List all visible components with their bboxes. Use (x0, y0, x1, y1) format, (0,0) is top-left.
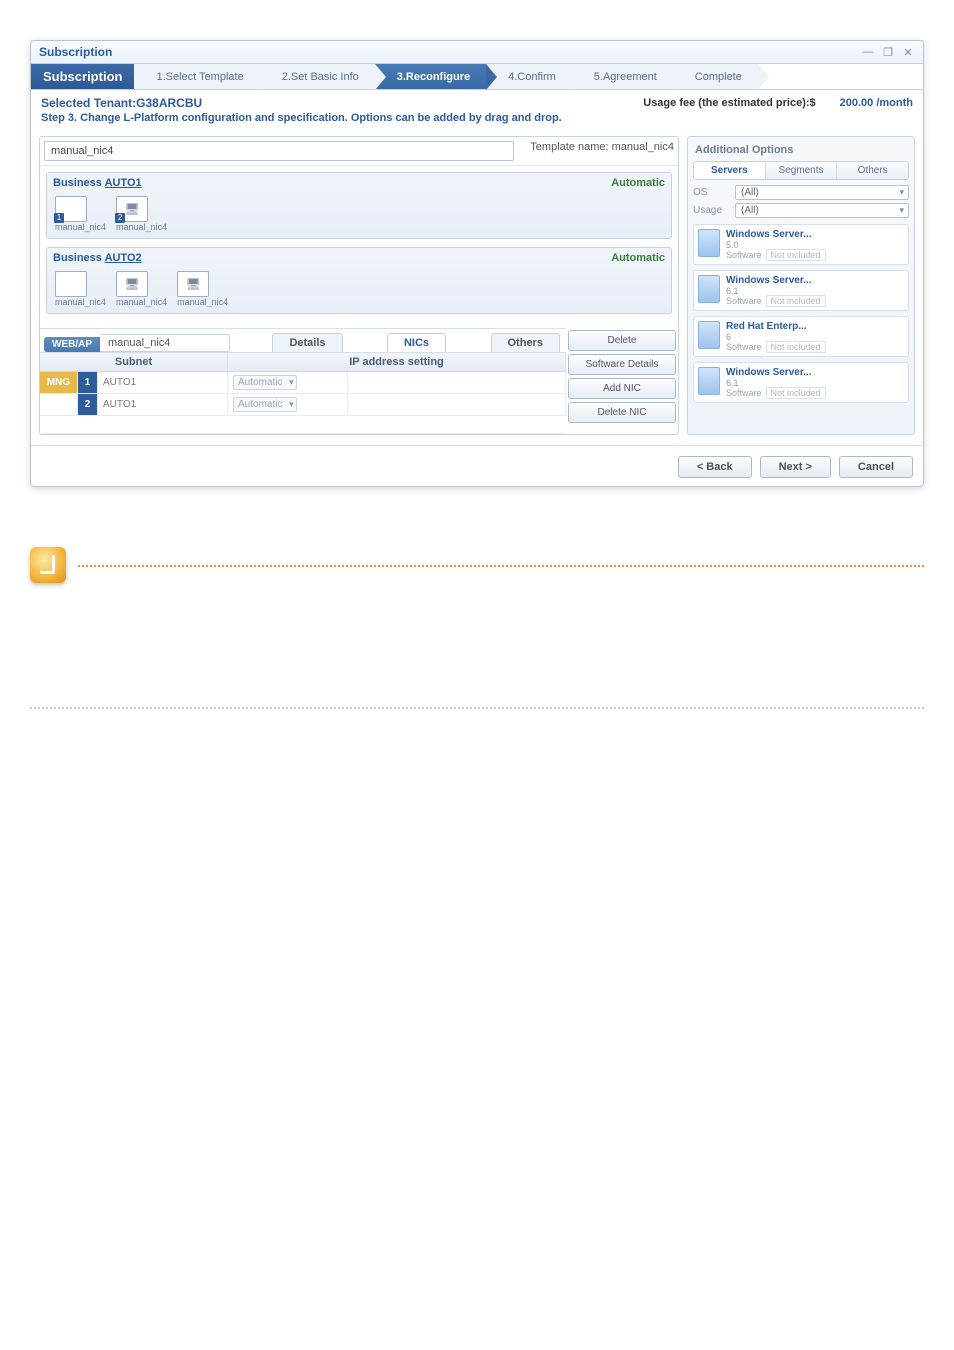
delete-button[interactable]: Delete (568, 330, 676, 351)
divider-dots (30, 707, 924, 709)
panel-title: Additional Options (693, 142, 909, 161)
node[interactable]: 2manual_nic4 (116, 196, 167, 232)
nic-row[interactable]: MNG 1 AUTO1 Automatic (40, 372, 566, 394)
os-filter-select[interactable]: (All) (735, 185, 909, 200)
nic-row[interactable]: 2 AUTO1 Automatic (40, 394, 566, 416)
step-2[interactable]: 2.Set Basic Info (260, 64, 375, 89)
server-option[interactable]: Windows Server... 6.1 SoftwareNot includ… (693, 270, 909, 311)
step-4[interactable]: 4.Confirm (486, 64, 572, 89)
config-canvas: manual_nic4 Template name: manual_nic4 B… (39, 136, 679, 435)
close-icon[interactable]: ✕ (901, 46, 915, 59)
software-details-button[interactable]: Software Details (568, 354, 676, 375)
server-icon (698, 229, 720, 257)
selected-tenant: Selected Tenant:G38ARCBU (41, 96, 202, 110)
node[interactable]: manual_nic4 (55, 271, 106, 307)
step-complete[interactable]: Complete (673, 64, 758, 89)
window-title: Subscription (39, 45, 112, 59)
mode-select[interactable]: Automatic (233, 397, 297, 412)
step-1[interactable]: 1.Select Template (134, 64, 259, 89)
segment-auto1[interactable]: Business AUTO1 Automatic 1manual_nic4 2m… (46, 172, 672, 239)
next-button[interactable]: Next > (760, 456, 831, 478)
automatic-tag: Automatic (611, 252, 665, 264)
additional-options-panel: Additional Options Servers Segments Othe… (687, 136, 915, 435)
title-bar: Subscription — ❐ ✕ (31, 41, 923, 64)
template-name-label: Template name: manual_nic4 (530, 141, 674, 161)
server-icon (698, 321, 720, 349)
tab-nics[interactable]: NICs (387, 333, 446, 352)
server-icon (698, 367, 720, 395)
automatic-tag: Automatic (611, 177, 665, 189)
node[interactable]: manual_nic4 (116, 271, 167, 307)
tab-others[interactable]: Others (491, 333, 560, 352)
rp-tab-segments[interactable]: Segments (766, 162, 838, 179)
mode-select[interactable]: Automatic (233, 375, 297, 390)
usage-fee: Usage fee (the estimated price):$200.00 … (643, 97, 913, 109)
node[interactable]: manual_nic4 (177, 271, 228, 307)
subscription-window: Subscription — ❐ ✕ Subscription 1.Select… (30, 40, 924, 487)
minimize-icon[interactable]: — (861, 46, 875, 59)
usage-filter-select[interactable]: (All) (735, 203, 909, 218)
detail-side-actions: Delete Software Details Add NIC Delete N… (566, 328, 678, 434)
wizard-steps: Subscription 1.Select Template 2.Set Bas… (31, 64, 923, 90)
add-nic-button[interactable]: Add NIC (568, 378, 676, 399)
step-description: Step 3. Change L-Platform configuration … (31, 112, 923, 130)
wizard-title: Subscription (31, 64, 134, 89)
server-option[interactable]: Windows Server... 5.0 SoftwareNot includ… (693, 224, 909, 265)
step-3[interactable]: 3.Reconfigure (375, 64, 486, 89)
step-5[interactable]: 5.Agreement (572, 64, 673, 89)
wizard-footer: < Back Next > Cancel (31, 445, 923, 486)
cancel-button[interactable]: Cancel (839, 456, 913, 478)
segment-auto2[interactable]: Business AUTO2 Automatic manual_nic4 man… (46, 247, 672, 314)
brand-logo-icon (30, 547, 66, 583)
server-role-badge: WEB/AP (44, 337, 100, 352)
divider-dots (78, 565, 924, 567)
server-option[interactable]: Red Hat Enterp... 6 SoftwareNot included (693, 316, 909, 357)
delete-nic-button[interactable]: Delete NIC (568, 402, 676, 423)
maximize-icon[interactable]: ❐ (881, 46, 895, 59)
node[interactable]: 1manual_nic4 (55, 196, 106, 232)
back-button[interactable]: < Back (678, 456, 752, 478)
template-name-input[interactable]: manual_nic4 (44, 141, 514, 161)
nic-table: Subnet IP address setting MNG 1 AUTO1 Au… (40, 353, 566, 434)
rp-tab-others[interactable]: Others (837, 162, 908, 179)
server-icon (698, 275, 720, 303)
server-name-field[interactable]: manual_nic4 (100, 334, 230, 352)
server-option[interactable]: Windows Server... 6.1 SoftwareNot includ… (693, 362, 909, 403)
rp-tab-servers[interactable]: Servers (694, 162, 766, 179)
tab-details[interactable]: Details (272, 333, 342, 352)
